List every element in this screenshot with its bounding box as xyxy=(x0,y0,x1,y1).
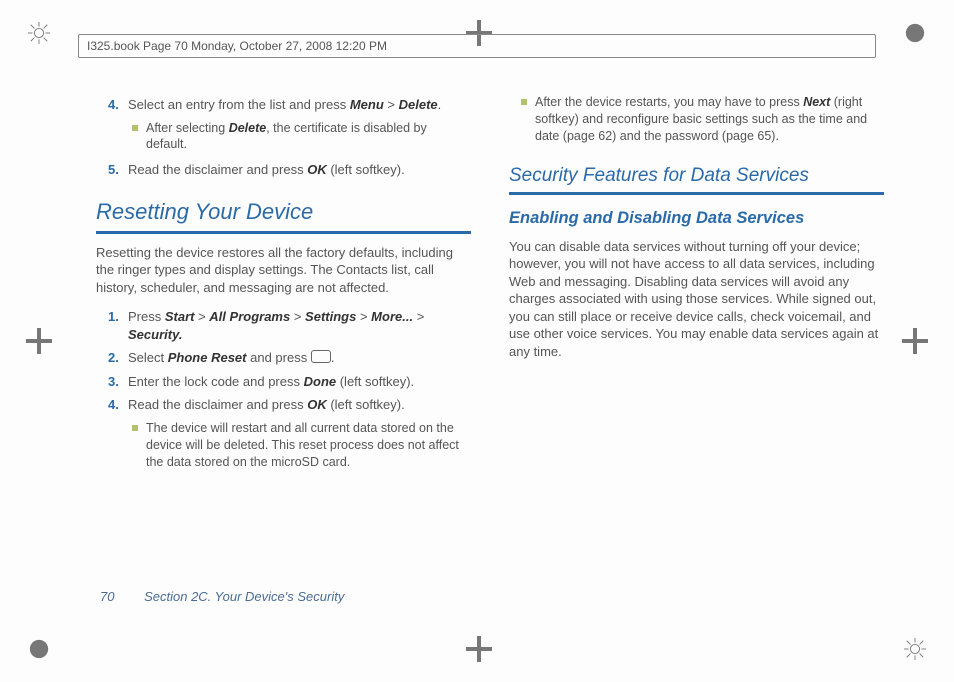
crop-mark-icon xyxy=(28,22,50,44)
list-item: 2. Select Phone Reset and press . xyxy=(108,349,471,367)
crop-mark-icon xyxy=(904,22,926,44)
crop-mark-icon xyxy=(28,638,50,660)
section-heading: Security Features for Data Services xyxy=(509,163,884,189)
crop-cross-icon xyxy=(466,636,492,662)
step-text: Press Start > All Programs > Settings > … xyxy=(128,308,471,343)
list-item: 5. Read the disclaimer and press OK (lef… xyxy=(108,161,471,179)
section-heading: Resetting Your Device xyxy=(96,197,471,227)
step-number: 4. xyxy=(108,396,128,414)
step-number: 5. xyxy=(108,161,128,179)
note-item: After the device restarts, you may have … xyxy=(521,94,884,145)
step-number: 3. xyxy=(108,373,128,391)
step-number: 1. xyxy=(108,308,128,343)
step-number: 2. xyxy=(108,349,128,367)
header-meta-text: I325.book Page 70 Monday, October 27, 20… xyxy=(87,39,387,53)
bullet-icon xyxy=(521,99,527,105)
crop-cross-icon xyxy=(902,328,928,354)
ok-key-icon xyxy=(311,350,331,363)
page-content: 4. Select an entry from the list and pre… xyxy=(96,90,884,612)
step-number: 4. xyxy=(108,96,128,114)
page-number: 70 xyxy=(100,589,114,604)
crop-mark-icon xyxy=(904,638,926,660)
crop-cross-icon xyxy=(26,328,52,354)
step-text: Read the disclaimer and press OK (left s… xyxy=(128,396,471,414)
bullet-icon xyxy=(132,125,138,131)
list-item: 1. Press Start > All Programs > Settings… xyxy=(108,308,471,343)
note-item: After selecting Delete, the certificate … xyxy=(132,120,471,154)
heading-rule xyxy=(509,192,884,195)
paragraph: Resetting the device restores all the fa… xyxy=(96,244,471,297)
heading-rule xyxy=(96,231,471,234)
note-text: After selecting Delete, the certificate … xyxy=(146,120,471,154)
step-text: Select Phone Reset and press . xyxy=(128,349,471,367)
section-label: Section 2C. Your Device's Security xyxy=(144,589,344,604)
left-column: 4. Select an entry from the list and pre… xyxy=(96,90,471,612)
list-item: 4. Read the disclaimer and press OK (lef… xyxy=(108,396,471,414)
page-header-meta: I325.book Page 70 Monday, October 27, 20… xyxy=(78,34,876,58)
note-text: The device will restart and all current … xyxy=(146,420,471,471)
list-item: 4. Select an entry from the list and pre… xyxy=(108,96,471,114)
note-item: The device will restart and all current … xyxy=(132,420,471,471)
page-footer: 70 Section 2C. Your Device's Security xyxy=(100,589,344,604)
note-text: After the device restarts, you may have … xyxy=(535,94,884,145)
step-text: Read the disclaimer and press OK (left s… xyxy=(128,161,471,179)
bullet-icon xyxy=(132,425,138,431)
paragraph: You can disable data services without tu… xyxy=(509,238,884,361)
step-text: Enter the lock code and press Done (left… xyxy=(128,373,471,391)
list-item: 3. Enter the lock code and press Done (l… xyxy=(108,373,471,391)
subsection-heading: Enabling and Disabling Data Services xyxy=(509,207,884,229)
right-column: After the device restarts, you may have … xyxy=(509,90,884,612)
step-text: Select an entry from the list and press … xyxy=(128,96,471,114)
